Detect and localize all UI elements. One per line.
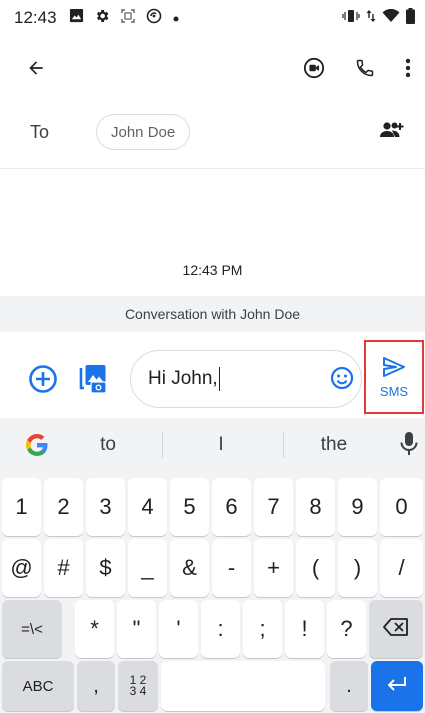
- key-abc[interactable]: ABC: [2, 661, 74, 711]
- text-cursor: [218, 367, 221, 391]
- key-5[interactable]: 5: [170, 478, 209, 536]
- recipient-row: To John Doe: [0, 108, 425, 156]
- suggestion-divider: [283, 432, 284, 458]
- data-arrows-icon: [366, 8, 376, 28]
- key-question[interactable]: ?: [327, 600, 366, 658]
- key-underscore[interactable]: _: [128, 539, 167, 597]
- suggestion-strip: to I the: [0, 418, 425, 472]
- compose-bar: Hi John, SMS: [0, 340, 425, 416]
- key-space[interactable]: [161, 661, 325, 711]
- key-numpad[interactable]: 1 2 3 4: [118, 661, 158, 711]
- key-dollar[interactable]: $: [86, 539, 125, 597]
- gallery-icon[interactable]: [78, 362, 112, 396]
- dot-notification-icon: [172, 8, 180, 28]
- screenshot-notification-icon: [120, 8, 136, 29]
- key-plus[interactable]: +: [254, 539, 293, 597]
- google-g-icon[interactable]: [24, 432, 50, 458]
- key-3[interactable]: 3: [86, 478, 125, 536]
- key-6[interactable]: 6: [212, 478, 251, 536]
- message-timestamp: 12:43 PM: [182, 262, 243, 278]
- conversation-label: Conversation with John Doe: [124, 306, 301, 322]
- key-8[interactable]: 8: [296, 478, 335, 536]
- conversation-banner: Conversation with John Doe: [0, 296, 425, 332]
- key-1[interactable]: 1: [2, 478, 41, 536]
- recipient-chip[interactable]: John Doe: [96, 114, 191, 150]
- status-bar: 12:43: [0, 0, 425, 36]
- key-semicolon[interactable]: ;: [243, 600, 282, 658]
- key-slash[interactable]: /: [380, 539, 423, 597]
- key-comma[interactable]: ,: [77, 661, 115, 711]
- microphone-icon[interactable]: [398, 430, 420, 458]
- message-text: Hi John,: [148, 368, 218, 389]
- key-asterisk[interactable]: *: [75, 600, 114, 658]
- key-close-paren[interactable]: ): [338, 539, 377, 597]
- key-colon[interactable]: :: [201, 600, 240, 658]
- backspace-key[interactable]: [369, 600, 423, 658]
- key-exclamation[interactable]: !: [285, 600, 324, 658]
- key-open-paren[interactable]: (: [296, 539, 335, 597]
- backspace-icon: [383, 618, 409, 640]
- suggestion-1[interactable]: to: [68, 434, 148, 456]
- keyboard: to I the 1 2 3 4 5 6 7 8 9 0 @ # $ _ & -…: [0, 418, 425, 713]
- settings-notification-icon: [94, 8, 110, 29]
- battery-icon: [406, 7, 415, 29]
- send-icon: [382, 356, 406, 383]
- key-hash[interactable]: #: [44, 539, 83, 597]
- key-ampersand[interactable]: &: [170, 539, 209, 597]
- key-more-symbols[interactable]: =\<: [2, 600, 62, 658]
- vibrate-icon: [342, 8, 360, 28]
- wifi-icon: [382, 8, 400, 28]
- image-notification-icon: [69, 8, 84, 28]
- key-7[interactable]: 7: [254, 478, 293, 536]
- enter-key[interactable]: [371, 661, 423, 711]
- suggestion-divider: [162, 432, 163, 458]
- app-bar: [0, 36, 425, 100]
- key-at[interactable]: @: [2, 539, 41, 597]
- key-double-quote[interactable]: ": [117, 600, 156, 658]
- sync-notification-icon: [146, 8, 162, 29]
- key-single-quote[interactable]: ': [159, 600, 198, 658]
- key-minus[interactable]: -: [212, 539, 251, 597]
- to-label: To: [30, 121, 50, 142]
- status-time: 12:43: [14, 8, 57, 27]
- emoji-icon[interactable]: [330, 366, 354, 390]
- key-9[interactable]: 9: [338, 478, 377, 536]
- suggestion-2[interactable]: I: [181, 434, 261, 456]
- suggestion-3[interactable]: the: [294, 434, 374, 456]
- send-sms-label: SMS: [379, 383, 409, 399]
- message-input[interactable]: Hi John,: [130, 350, 362, 408]
- add-attachment-icon[interactable]: [28, 364, 58, 394]
- enter-icon: [386, 673, 408, 699]
- key-0[interactable]: 0: [380, 478, 423, 536]
- recipient-divider: [0, 168, 425, 169]
- back-arrow-icon[interactable]: [26, 58, 46, 78]
- key-4[interactable]: 4: [128, 478, 167, 536]
- key-2[interactable]: 2: [44, 478, 83, 536]
- more-options-icon[interactable]: [405, 58, 411, 78]
- key-period[interactable]: .: [330, 661, 368, 711]
- add-people-icon[interactable]: [379, 120, 405, 145]
- phone-call-icon[interactable]: [355, 58, 375, 78]
- video-call-icon[interactable]: [303, 57, 325, 79]
- send-sms-button[interactable]: SMS: [364, 340, 424, 414]
